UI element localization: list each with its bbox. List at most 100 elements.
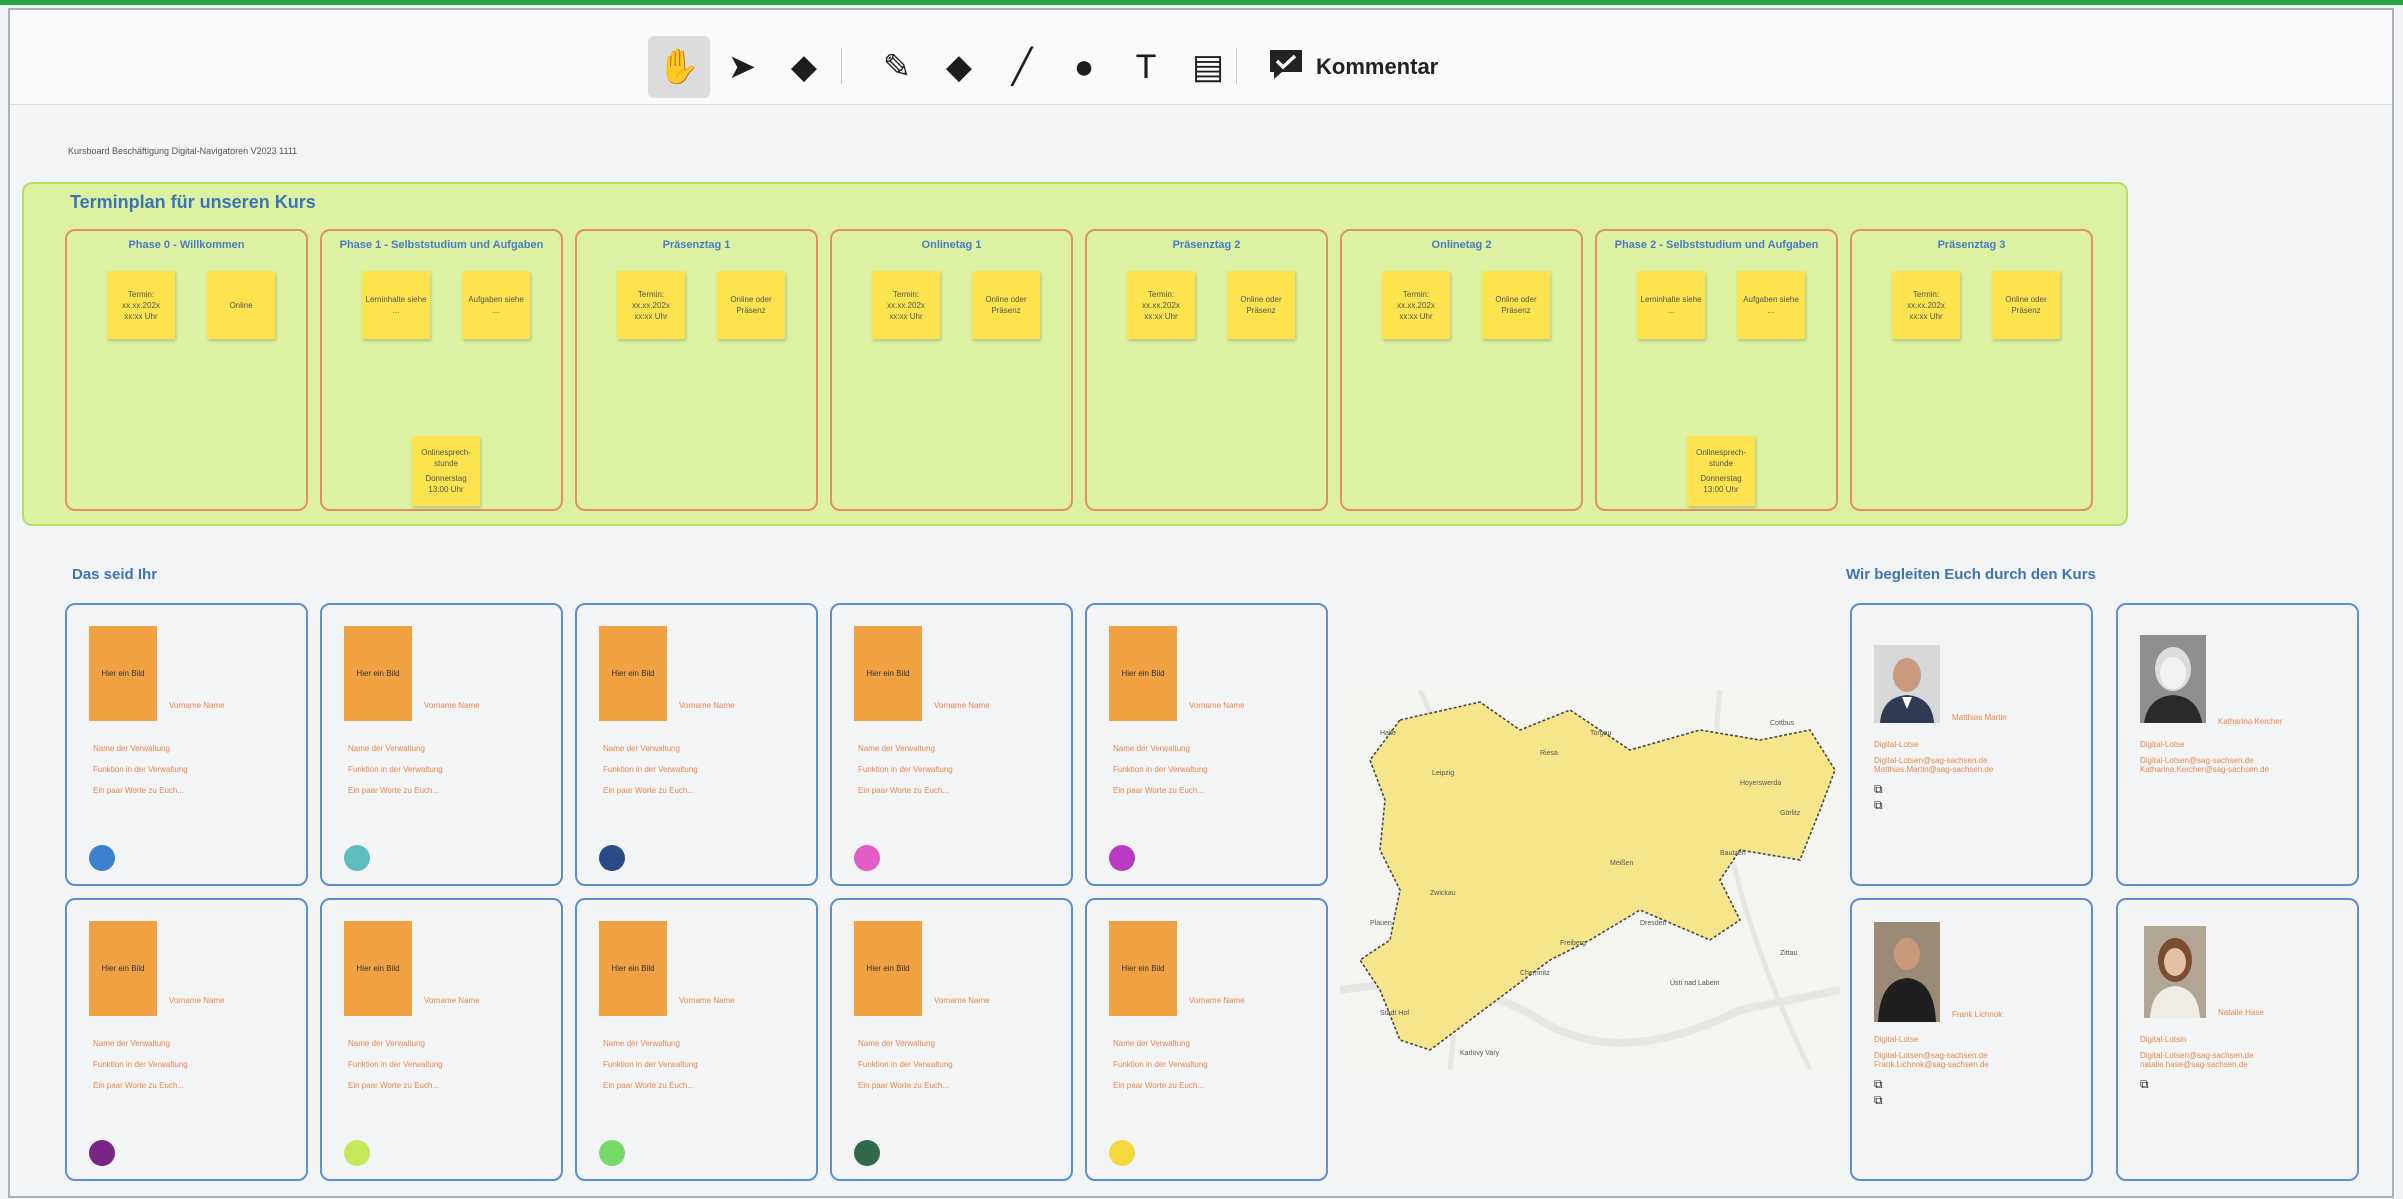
participants-heading: Das seid Ihr (72, 566, 158, 583)
pen-icon: ✎ (882, 48, 912, 86)
external-link-icon[interactable]: ⧉ (1874, 1077, 1883, 1092)
participant-card[interactable]: Hier ein Bild Vorname Name Name der Verwal… (575, 898, 818, 1181)
participant-info-line: Ein paar Worte zu Euch... (858, 1081, 950, 1090)
team-member-email[interactable]: natalie.hase@sag-sachsen.de (2140, 1060, 2248, 1070)
tool-hand-button[interactable]: ✋ (648, 36, 710, 98)
participant-card[interactable]: Hier ein Bild Vorname Name Name der Verwal… (575, 603, 818, 886)
team-member-card[interactable]: Katharina Kercher Digital-Lotse Digital-Lo… (2116, 603, 2359, 886)
photo-placeholder[interactable]: Hier ein Bild (1109, 626, 1177, 721)
sticky-note[interactable]: Lerninhalte siehe... (362, 271, 430, 339)
office-hours-note[interactable]: Onlinesprech-stunde Donnerstag 13:00 Uhr (1687, 436, 1755, 506)
participant-info-line: Name der Verwaltung (603, 744, 680, 753)
photo-placeholder[interactable]: Hier ein Bild (89, 626, 157, 721)
team-member-name: Frank Lichnok (1952, 1010, 2003, 1019)
sticky-note[interactable]: Online oder Präsenz (1227, 271, 1295, 339)
sticky-note-line: xx:xx Uhr (634, 311, 668, 321)
photo-placeholder[interactable]: Hier ein Bild (854, 921, 922, 1016)
map-place-label: Dresden (1640, 920, 1667, 927)
participant-info-line: Name der Verwaltung (1113, 744, 1190, 753)
participant-name: Vorname Name (1189, 701, 1245, 710)
participant-card[interactable]: Hier ein Bild Vorname Name Name der Verwal… (1085, 898, 1328, 1181)
participant-info-line: Funktion in der Verwaltung (858, 1060, 953, 1069)
sticky-note[interactable]: Aufgaben siehe... (1737, 271, 1805, 339)
tool-text-button[interactable]: T (1115, 36, 1177, 98)
tool-shapes-button[interactable]: ● (1053, 36, 1115, 98)
tool-note-button[interactable]: ▤ (1177, 36, 1239, 98)
external-link-icon[interactable]: ⧉ (1874, 1093, 1883, 1108)
participant-info-line: Ein paar Worte zu Euch... (858, 786, 950, 795)
sticky-note[interactable]: Online oder Präsenz (717, 271, 785, 339)
color-dot (344, 845, 370, 871)
team-member-email[interactable]: Matthias.Martin@sag-sachsen.de (1874, 765, 1993, 775)
sticky-note[interactable]: Online oder Präsenz (1992, 271, 2060, 339)
sticky-note[interactable]: Termin: xx.xx.202x xx:xx Uhr (1892, 271, 1960, 339)
saxony-map[interactable]: Leipzig Dresden Chemnitz Zwickau Plauen Görli… (1340, 690, 1840, 1070)
phase-column: Präsenztag 3 Termin: xx.xx.202x xx:xx Uhr On… (1850, 229, 2093, 511)
team-member-card[interactable]: Matthias Martin Digital-Lotse Digital-Lots… (1850, 603, 2093, 886)
participant-card[interactable]: Hier ein Bild Vorname Name Name der Verwal… (1085, 603, 1328, 886)
participant-info-line: Ein paar Worte zu Euch... (93, 786, 185, 795)
team-member-card[interactable]: Frank Lichnok Digital-Lotse Digital-Lotsen… (1850, 898, 2093, 1181)
sticky-note-line: Termin: (637, 289, 665, 299)
sticky-note[interactable]: Termin: xx.xx.202x xx:xx Uhr (1127, 271, 1195, 339)
comment-button[interactable]: Kommentar (1268, 42, 1438, 92)
participant-card[interactable]: Hier ein Bild Vorname Name Name der Verwal… (65, 898, 308, 1181)
participant-info-line: Name der Verwaltung (603, 1039, 680, 1048)
external-link-icon[interactable]: ⧉ (2140, 1077, 2149, 1092)
tool-marker-button[interactable]: ◆ (928, 36, 990, 98)
participant-card[interactable]: Hier ein Bild Vorname Name Name der Verwal… (830, 898, 1073, 1181)
team-member-card[interactable]: Natalie Hase Digital-Lotsin Digital-Lotsen… (2116, 898, 2359, 1181)
photo-placeholder[interactable]: Hier ein Bild (89, 921, 157, 1016)
participant-info-line: Name der Verwaltung (1113, 1039, 1190, 1048)
participant-card[interactable]: Hier ein Bild Vorname Name Name der Verwal… (830, 603, 1073, 886)
sticky-note[interactable]: Termin: xx.xx.202x xx:xx Uhr (872, 271, 940, 339)
external-link-icon[interactable]: ⧉ (1874, 782, 1883, 797)
participant-card[interactable]: Hier ein Bild Vorname Name Name der Verwal… (320, 898, 563, 1181)
participant-name: Vorname Name (679, 996, 735, 1005)
sticky-note[interactable]: Online oder Präsenz (1482, 271, 1550, 339)
phase-column: Onlinetag 2 Termin: xx.xx.202x xx:xx Uhr Onl… (1340, 229, 1583, 511)
participant-info-line: Ein paar Worte zu Euch... (1113, 1081, 1205, 1090)
sticky-note-line: Donnerstag (425, 474, 467, 483)
sticky-note[interactable]: Termin: xx.xx.202x xx:xx Uhr (107, 271, 175, 339)
photo-placeholder[interactable]: Hier ein Bild (854, 626, 922, 721)
office-hours-note[interactable]: Onlinesprech-stunde Donnerstag 13:00 Uhr (412, 436, 480, 506)
sticky-note[interactable]: Online oder Präsenz (972, 271, 1040, 339)
sticky-note-line: Präsenz (736, 306, 766, 315)
sticky-note-line: Präsenz (991, 306, 1021, 315)
sticky-note-line: ... (1667, 306, 1675, 315)
tool-select-button[interactable]: ➤ (711, 36, 773, 98)
participant-card[interactable]: Hier ein Bild Vorname Name Name der Verwal… (320, 603, 563, 886)
external-link-icon[interactable]: ⧉ (1874, 798, 1883, 813)
sticky-note[interactable]: Termin: xx.xx.202x xx:xx Uhr (1382, 271, 1450, 339)
sticky-note[interactable]: Termin: xx.xx.202x xx:xx Uhr (617, 271, 685, 339)
participant-name: Vorname Name (1189, 996, 1245, 1005)
photo-placeholder[interactable]: Hier ein Bild (599, 921, 667, 1016)
tool-line-button[interactable]: ╱ (991, 36, 1053, 98)
photo-placeholder[interactable]: Hier ein Bild (1109, 921, 1177, 1016)
photo-placeholder[interactable]: Hier ein Bild (344, 626, 412, 721)
photo-placeholder[interactable]: Hier ein Bild (344, 921, 412, 1016)
team-member-email[interactable]: Frank.Lichnok@sag-sachsen.de (1874, 1060, 1989, 1070)
color-dot (1109, 845, 1135, 871)
map-place-label: Bautzen (1720, 850, 1746, 857)
color-dot (854, 845, 880, 871)
tool-pen-button[interactable]: ✎ (866, 36, 928, 98)
sticky-note[interactable]: Lerninhalte siehe... (1637, 271, 1705, 339)
sticky-note[interactable]: Online (207, 271, 275, 339)
sticky-note[interactable]: Aufgaben siehe... (462, 271, 530, 339)
team-member-photo (2140, 635, 2206, 723)
participant-info-line: Name der Verwaltung (858, 1039, 935, 1048)
photo-placeholder[interactable]: Hier ein Bild (599, 626, 667, 721)
sticky-note-line: Aufgaben siehe (468, 295, 524, 304)
color-dot (1109, 1140, 1135, 1166)
team-member-email[interactable]: Katharina.Kercher@sag-sachsen.de (2140, 765, 2269, 775)
tool-eraser-button[interactable]: ◆ (773, 36, 835, 98)
sticky-note-line: xx.xx.202x (1142, 300, 1180, 310)
sticky-note-line: xx.xx.202x (1907, 300, 1945, 310)
phase-column: Phase 2 - Selbststudium und Aufgaben Lern… (1595, 229, 1838, 511)
map-place-label: Hoyerswerda (1740, 780, 1782, 787)
participant-info-line: Funktion in der Verwaltung (93, 1060, 188, 1069)
participant-card[interactable]: Hier ein Bild Vorname Name Name der Verwal… (65, 603, 308, 886)
sticky-note-line: ... (1767, 306, 1775, 315)
